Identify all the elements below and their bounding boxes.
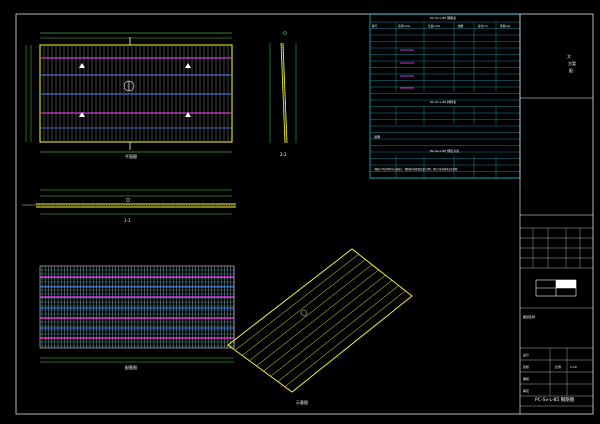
materials-table-title: PC-Sv-L-85 材料表 bbox=[430, 99, 456, 104]
scale-label: 比例 bbox=[555, 364, 561, 369]
rebar-header-1: 编号 bbox=[372, 24, 378, 28]
rebar-header-4: 根数 bbox=[458, 24, 464, 28]
title-top-1: 大 bbox=[567, 53, 571, 59]
rebar-header-6: 重量(kg) bbox=[500, 24, 510, 28]
title-top-2: 方案 bbox=[568, 60, 576, 66]
iso-rebar-line bbox=[234, 254, 359, 351]
iso-rebar-line bbox=[242, 259, 366, 356]
title-block: 大 方案 配 图纸名称 设计 复核 审核 审定 比例 1:20 PC-Sv-L-… bbox=[519, 14, 593, 414]
section-2-label: 2-2 bbox=[280, 152, 287, 157]
rebar-header-3: 长度(mm) bbox=[428, 24, 440, 28]
rebar-plan-label: 配筋图 bbox=[125, 364, 137, 370]
title-top-3: 配 bbox=[569, 68, 573, 73]
iso-rebar-line bbox=[284, 290, 406, 387]
notes-title: 说明 bbox=[374, 134, 380, 139]
triangle-support-icon bbox=[185, 63, 191, 68]
rebar-header-5: 总长(m) bbox=[478, 24, 488, 28]
title-row-4: 审定 bbox=[523, 388, 529, 393]
section-1-1: 1-1 bbox=[22, 189, 236, 223]
title-row-3: 审核 bbox=[523, 376, 529, 381]
section-1-label: 1-1 bbox=[124, 218, 131, 223]
iso-rebar-line bbox=[263, 274, 386, 372]
section-marker-icon bbox=[283, 31, 287, 35]
iso-rebar-line bbox=[277, 285, 399, 382]
title-row-2: 复核 bbox=[523, 364, 529, 369]
section-2-2: 2-2 bbox=[269, 31, 297, 157]
iso-rebar-line bbox=[249, 264, 373, 361]
rebar-plan-view: 配筋图 bbox=[39, 265, 235, 370]
plan-view-label: 平面图 bbox=[125, 153, 137, 159]
cad-drawing-canvas: 平面图 2-2 1-1 配筋图 示意图 PC-Sv-L-85 钢筋表 编号 直径… bbox=[15, 13, 594, 415]
scale-value: 1:20 bbox=[570, 365, 577, 369]
iso-view-label: 示意图 bbox=[296, 399, 308, 405]
prestress-table-title: PC-Sv-L-85 预应力表 bbox=[430, 148, 459, 153]
drawing-number: PC-Sv-L-85 钢筋图 bbox=[535, 396, 575, 403]
notes-text: 本图尺寸除注明外均以毫米计，钢筋保护层厚度见设计说明，预应力张拉要求见总说明。 bbox=[374, 167, 459, 171]
iso-view: 示意图 bbox=[227, 248, 413, 405]
iso-rebar-line bbox=[270, 280, 393, 377]
plan-view: 平面图 bbox=[25, 32, 233, 159]
title-block-label: 图纸名称 bbox=[523, 314, 535, 319]
rebar-header-2: 直径(mm) bbox=[398, 24, 410, 28]
title-row-1: 设计 bbox=[523, 352, 529, 357]
tables-area: PC-Sv-L-85 钢筋表 编号 直径(mm) 长度(mm) 根数 总长(m)… bbox=[369, 13, 521, 179]
iso-rebar-line bbox=[256, 269, 379, 367]
rebar-table-title: PC-Sv-L-85 钢筋表 bbox=[430, 15, 456, 20]
